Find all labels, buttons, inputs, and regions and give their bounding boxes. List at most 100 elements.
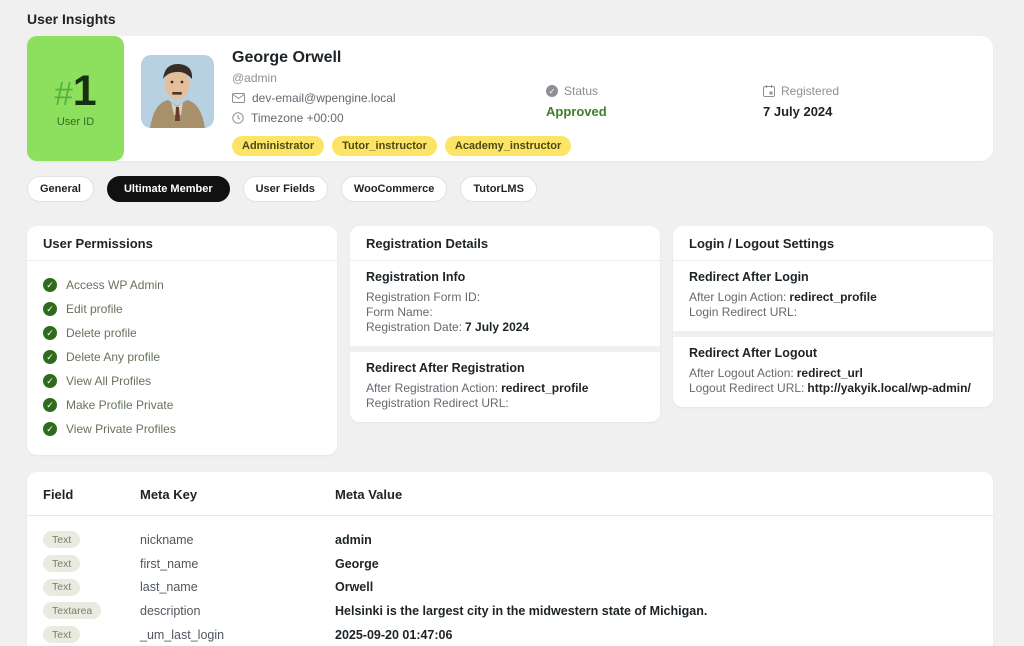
login-logout-settings-card: Login / Logout Settings Redirect After L…: [673, 226, 993, 407]
field-type-badge: Text: [43, 626, 80, 643]
role-badge: Administrator: [232, 136, 324, 156]
permission-item: ✓ Edit profile: [43, 297, 321, 321]
table-row: Text nickname admin: [43, 528, 977, 552]
line-value: 7 July 2024: [465, 320, 529, 334]
meta-value: George: [335, 557, 977, 571]
status-label: Status: [564, 84, 598, 98]
card-title: Registration Details: [350, 226, 660, 261]
check-circle-icon: ✓: [43, 422, 57, 436]
status-check-icon: ✓: [546, 85, 558, 97]
permission-label: Access WP Admin: [66, 278, 164, 292]
registration-sections: Registration Info Registration Form ID: …: [350, 261, 660, 422]
user-handle: @admin: [232, 71, 546, 85]
info-line: Login Redirect URL:: [689, 305, 977, 320]
meta-key: first_name: [140, 557, 335, 571]
permission-item: ✓ View All Profiles: [43, 369, 321, 393]
section-heading: Redirect After Logout: [689, 346, 977, 360]
info-line: Registration Date:7 July 2024: [366, 320, 644, 335]
section-heading: Redirect After Login: [689, 270, 977, 284]
line-label: After Registration Action:: [366, 381, 498, 395]
info-line: Registration Redirect URL:: [366, 396, 644, 411]
redirect-after-login-section: Redirect After Login After Login Action:…: [673, 261, 993, 331]
registered-value: 7 July 2024: [763, 104, 993, 119]
line-label: Form Name:: [366, 305, 433, 319]
line-label: Registration Form ID:: [366, 290, 480, 304]
line-label: After Logout Action:: [689, 366, 794, 380]
page-title: User Insights: [27, 0, 993, 36]
check-circle-icon: ✓: [43, 398, 57, 412]
redirect-after-logout-section: Redirect After Logout After Logout Actio…: [673, 337, 993, 407]
tab-bar: General Ultimate Member User Fields WooC…: [27, 176, 993, 202]
table-row: Textarea description Helsinki is the lar…: [43, 599, 977, 623]
calendar-icon: [763, 85, 775, 97]
info-line: Form Name:: [366, 305, 644, 320]
tab-user-fields[interactable]: User Fields: [243, 176, 328, 202]
permission-label: View Private Profiles: [66, 422, 176, 436]
user-email-row: dev-email@wpengine.local: [232, 91, 546, 105]
status-label-row: ✓ Status: [546, 84, 763, 98]
meta-key: last_name: [140, 580, 335, 594]
tab-general[interactable]: General: [27, 176, 94, 202]
permission-label: View All Profiles: [66, 374, 151, 388]
card-title: User Permissions: [27, 226, 337, 261]
line-value: redirect_url: [797, 366, 863, 380]
line-value: redirect_profile: [789, 290, 876, 304]
tab-tutorlms[interactable]: TutorLMS: [460, 176, 537, 202]
tab-ultimate-member[interactable]: Ultimate Member: [107, 176, 230, 202]
user-insights-page: User Insights #1 User ID George Orwel: [27, 0, 993, 646]
registration-info-section: Registration Info Registration Form ID: …: [350, 261, 660, 346]
section-heading: Registration Info: [366, 270, 644, 284]
table-header: Field Meta Key Meta Value: [27, 472, 993, 516]
user-summary-card: #1 User ID George Orwell @admin: [27, 36, 993, 161]
column-header-meta-key: Meta Key: [140, 487, 335, 502]
line-label: Logout Redirect URL:: [689, 381, 804, 395]
permission-label: Make Profile Private: [66, 398, 173, 412]
user-id-hash: #: [54, 77, 72, 110]
meta-value: Helsinki is the largest city in the midw…: [335, 604, 977, 618]
line-label: Registration Date:: [366, 320, 462, 334]
status-block: ✓ Status Approved: [546, 36, 763, 161]
user-id-value: 1: [73, 70, 97, 113]
line-label: Login Redirect URL:: [689, 305, 797, 319]
user-name: George Orwell: [232, 49, 546, 67]
user-id-box: #1 User ID: [27, 36, 124, 161]
user-avatar: [141, 55, 214, 128]
meta-key: nickname: [140, 533, 335, 547]
line-label: Registration Redirect URL:: [366, 396, 509, 410]
info-line: After Registration Action:redirect_profi…: [366, 381, 644, 396]
permission-item: ✓ View Private Profiles: [43, 417, 321, 441]
permission-item: ✓ Make Profile Private: [43, 393, 321, 417]
check-circle-icon: ✓: [43, 326, 57, 340]
column-header-meta-value: Meta Value: [335, 487, 977, 502]
permission-label: Delete Any profile: [66, 350, 160, 364]
settings-cards-row: User Permissions ✓ Access WP Admin ✓ Edi…: [27, 226, 993, 455]
field-type-badge: Textarea: [43, 602, 101, 619]
user-timezone-row: Timezone +00:00: [232, 111, 546, 125]
user-permissions-card: User Permissions ✓ Access WP Admin ✓ Edi…: [27, 226, 337, 455]
section-heading: Redirect After Registration: [366, 361, 644, 375]
info-line: Logout Redirect URL:http://yakyik.local/…: [689, 381, 977, 396]
info-line: Registration Form ID:: [366, 290, 644, 305]
envelope-icon: [232, 93, 245, 103]
table-row: Text _um_last_login 2025-09-20 01:47:06: [43, 623, 977, 646]
tab-woocommerce[interactable]: WooCommerce: [341, 176, 447, 202]
registered-block: Registered 7 July 2024: [763, 36, 993, 161]
user-id-label: User ID: [57, 116, 94, 128]
table-row: Text last_name Orwell: [43, 575, 977, 599]
user-timezone: Timezone +00:00: [251, 111, 344, 125]
registered-label: Registered: [781, 84, 839, 98]
avatar-portrait-image: [141, 55, 214, 128]
info-line: After Logout Action:redirect_url: [689, 366, 977, 381]
clock-icon: [232, 112, 244, 124]
check-circle-icon: ✓: [43, 302, 57, 316]
field-type-badge: Text: [43, 579, 80, 596]
line-label: After Login Action:: [689, 290, 786, 304]
permissions-list: ✓ Access WP Admin ✓ Edit profile ✓ Delet…: [27, 261, 337, 455]
user-info-block: George Orwell @admin dev-email@wpengine.…: [232, 36, 546, 161]
user-meta-table: Field Meta Key Meta Value Text nickname …: [27, 472, 993, 646]
column-header-field: Field: [43, 487, 140, 502]
user-roles: Administrator Tutor_instructor Academy_i…: [232, 136, 546, 156]
field-type-badge: Text: [43, 531, 80, 548]
registered-label-row: Registered: [763, 84, 993, 98]
check-circle-icon: ✓: [43, 374, 57, 388]
